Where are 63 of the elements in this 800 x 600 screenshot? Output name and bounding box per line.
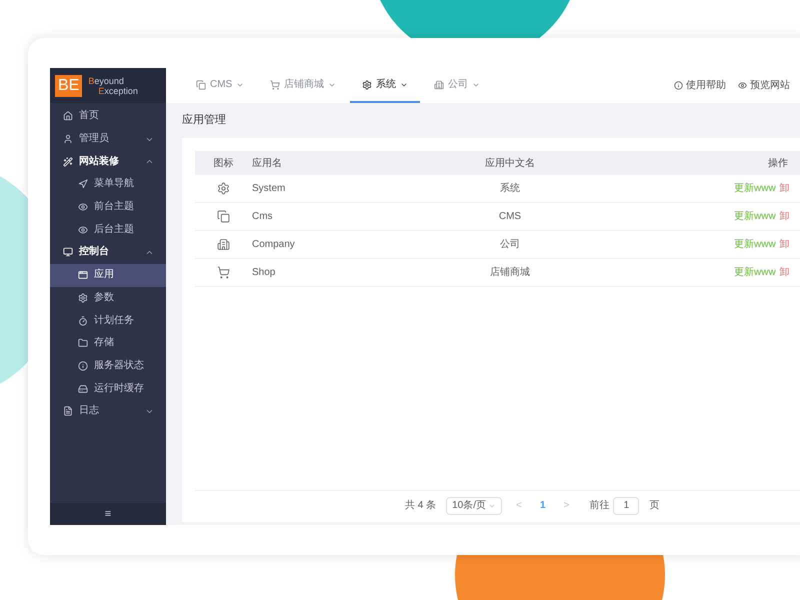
header-link[interactable]: 预览网站 [738, 68, 790, 103]
logo-text: Beyound [88, 76, 125, 86]
page-input[interactable]: 1 [613, 496, 640, 514]
goto-label: 前往 [589, 498, 610, 513]
column-header: 应用名 [252, 156, 283, 170]
app-icon [217, 238, 230, 251]
tab-icon [362, 80, 372, 90]
sidebar-item[interactable]: 管理员 [50, 128, 166, 150]
menu-icon [78, 360, 88, 371]
tab-icon [270, 80, 280, 90]
tab-icon [434, 80, 444, 90]
logo-mark: BE [55, 74, 82, 96]
menu-icon [63, 111, 73, 122]
sidebar-item[interactable]: 后台主题 [50, 218, 166, 242]
sidebar-item[interactable]: 运行时缓存 [50, 377, 166, 400]
collapse-button[interactable]: ≡ [50, 503, 166, 525]
logo-text: Exception [98, 86, 138, 96]
sidebar-item[interactable]: 计划任务 [50, 309, 166, 332]
column-header: 应用中文名 [485, 156, 535, 170]
sidebar-item[interactable]: 首页 [50, 105, 166, 128]
eye-icon [738, 81, 747, 90]
table-cell-text: Cms [252, 210, 274, 224]
menu-icon [63, 134, 73, 144]
menu-icon [78, 292, 88, 303]
sidebar-item[interactable]: 前台主题 [50, 196, 166, 218]
tab-icon [196, 80, 206, 90]
goto-suffix: 页 [649, 499, 660, 513]
table-cell-text: CMS [498, 210, 522, 224]
header-link[interactable]: 使用帮助 [674, 68, 726, 103]
total-count: 共 4 条 [405, 498, 436, 513]
info-icon [674, 81, 683, 90]
app-icon [217, 182, 230, 195]
menu-icon [63, 247, 73, 258]
table-cell-text: System [252, 182, 286, 196]
sidebar-item[interactable]: 参数 [50, 286, 166, 310]
sidebar-item[interactable]: 控制台 [50, 241, 166, 264]
menu-icon [78, 270, 88, 280]
menu-icon [78, 202, 88, 212]
menu-icon [63, 156, 73, 167]
table-cell-text: Company [252, 238, 296, 252]
sidebar-item[interactable]: 存储 [50, 332, 166, 355]
sidebar-item[interactable]: 应用 [50, 264, 166, 286]
sidebar-item[interactable]: 菜单导航 [50, 173, 166, 196]
menu-icon [78, 224, 88, 235]
column-header: 操作 [767, 156, 789, 170]
table-cell-text: 公司 [500, 238, 520, 252]
app-icon [217, 266, 230, 279]
menu-icon [78, 179, 88, 190]
menu-icon [78, 316, 88, 326]
tab[interactable]: 系统 [350, 68, 420, 103]
table-cell-text: 店铺商城 [490, 266, 530, 280]
menu-icon [78, 384, 88, 394]
menu-icon [78, 338, 88, 348]
column-header: 图标 [214, 156, 234, 170]
sidebar-item[interactable]: 服务器状态 [50, 354, 166, 378]
page-size-select[interactable]: 10条/页 [446, 496, 502, 514]
sidebar-item[interactable]: 网站装修 [50, 150, 166, 174]
table-cell-text: 系统 [500, 182, 520, 196]
table-cell-text: Shop [252, 266, 276, 280]
sidebar-item[interactable]: 日志 [50, 400, 166, 423]
menu-icon [63, 406, 73, 416]
app-icon [217, 210, 230, 223]
page-title: 应用管理 [181, 112, 227, 128]
